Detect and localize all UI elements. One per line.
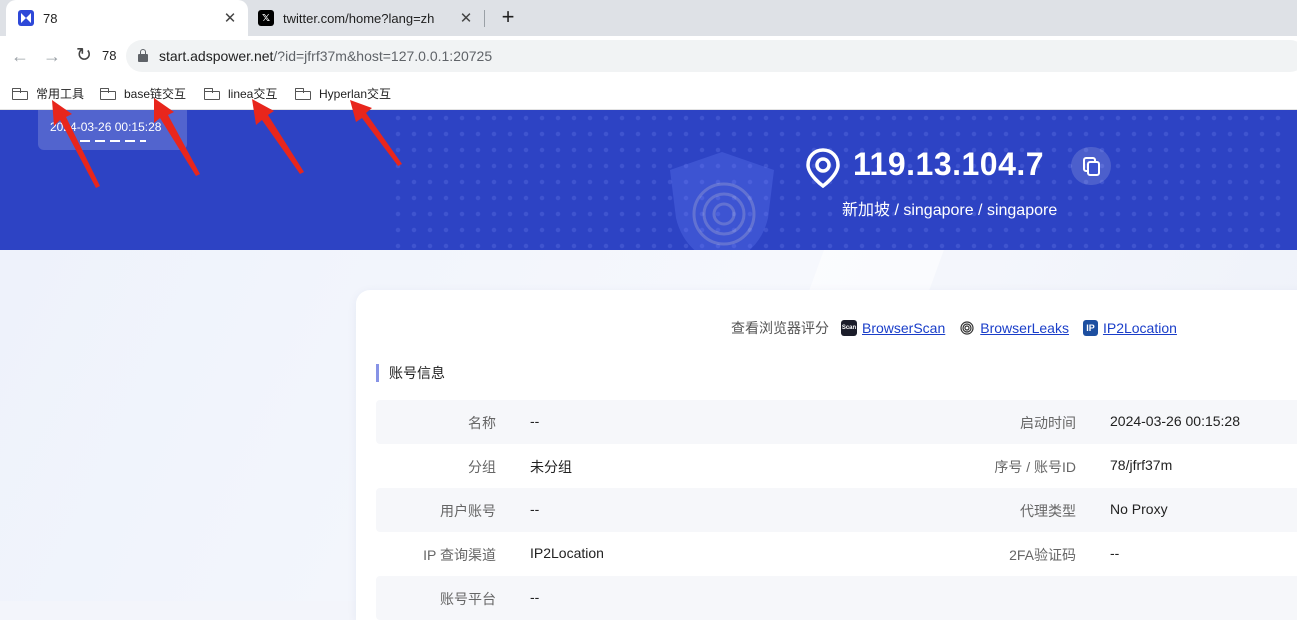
forward-arrow-icon[interactable]: → (40, 44, 64, 68)
link-text[interactable]: BrowserLeaks (980, 320, 1069, 336)
field-value: No Proxy (1110, 501, 1168, 517)
field-value: -- (530, 589, 540, 605)
table-row: 名称 -- 启动时间 2024-03-26 00:15:28 (376, 400, 1297, 444)
field-label: 分组 (468, 459, 496, 475)
field-value: 2024-03-26 00:15:28 (1110, 413, 1240, 429)
table-row: IP 查询渠道 IP2Location 2FA验证码 -- (376, 532, 1297, 576)
link-text[interactable]: BrowserScan (862, 320, 945, 336)
new-tab-button[interactable]: + (496, 6, 520, 30)
field-value: 78/jfrf37m (1110, 457, 1173, 473)
fingerprint-icon (959, 320, 975, 336)
copy-button[interactable] (1071, 147, 1111, 185)
bookmark-folder[interactable]: linea交互 (204, 85, 277, 102)
tab-title: 78 (43, 10, 58, 26)
field-label: 名称 (468, 415, 496, 431)
close-icon[interactable]: ✕ (218, 9, 242, 27)
reload-icon[interactable]: ↻ (72, 44, 96, 68)
url-path: /?id=jfrf37m&host=127.0.0.1:20725 (273, 48, 493, 64)
dot-pattern (390, 110, 1290, 250)
bookmark-label: Hyperlan交互 (319, 87, 392, 101)
browserscan-icon: Scan (841, 320, 857, 336)
browser-toolbar: ← → ↻ 78 start.adspower.net/?id=jfrf37m&… (0, 36, 1297, 76)
url-text[interactable]: start.adspower.net/?id=jfrf37m&host=127.… (159, 48, 492, 64)
field-label: 序号 / 账号ID (994, 459, 1076, 475)
info-card: 查看浏览器评分 Scan BrowserScan BrowserLeaks IP… (356, 290, 1297, 620)
ip2location-link[interactable]: IP IP2Location (1082, 320, 1177, 336)
location-pin-icon (806, 148, 840, 188)
field-label: IP 查询渠道 (423, 547, 496, 563)
tab-separator (484, 10, 485, 27)
bookmark-label: linea交互 (228, 87, 278, 101)
ip-location: 新加坡 / singapore / singapore (842, 202, 1058, 219)
copy-icon (1083, 157, 1100, 176)
link-text[interactable]: IP2Location (1103, 320, 1177, 336)
adspower-icon (18, 10, 34, 26)
start-time-chip: 2024-03-26 00:15:28 (38, 110, 187, 150)
browserscan-link[interactable]: Scan BrowserScan (841, 320, 945, 336)
address-bar[interactable]: start.adspower.net/?id=jfrf37m&host=127.… (126, 40, 1297, 72)
table-row: 用户账号 -- 代理类型 No Proxy (376, 488, 1297, 532)
field-value: -- (530, 501, 540, 517)
ip-banner: 2024-03-26 00:15:28 119.13.104.7 新加坡 / s… (0, 110, 1297, 250)
score-label: 查看浏览器评分 (731, 320, 829, 336)
lock-icon (138, 49, 148, 62)
folder-icon (100, 87, 116, 100)
tab-strip: 78 ✕ 𝕏 twitter.com/home?lang=zh ✕ + (0, 0, 1297, 36)
field-label: 代理类型 (1020, 503, 1076, 519)
tab-adspower[interactable]: 78 ✕ (6, 0, 248, 36)
folder-icon (295, 87, 311, 100)
field-value: -- (1110, 545, 1120, 561)
fingerprint-shield-icon (670, 152, 774, 250)
url-host: start.adspower.net (159, 48, 274, 64)
field-label: 2FA验证码 (1009, 547, 1076, 563)
ip-address: 119.13.104.7 (853, 146, 1045, 182)
x-twitter-icon: 𝕏 (258, 10, 274, 26)
field-value: IP2Location (530, 545, 604, 561)
account-info-table: 名称 -- 启动时间 2024-03-26 00:15:28 分组 未分组 序号… (376, 400, 1297, 620)
tab-title: twitter.com/home?lang=zh (283, 10, 435, 26)
browser-score-links: 查看浏览器评分 Scan BrowserScan BrowserLeaks IP… (731, 318, 1191, 338)
field-label: 用户账号 (440, 503, 496, 519)
table-row: 分组 未分组 序号 / 账号ID 78/jfrf37m (376, 444, 1297, 488)
field-value: 未分组 (530, 459, 572, 475)
section-title: 账号信息 (376, 364, 445, 382)
tab-count: 78 (102, 48, 117, 63)
folder-icon (204, 87, 220, 100)
ip2location-icon: IP (1082, 320, 1098, 336)
bookmarks-bar: 常用工具 base链交互 linea交互 Hyperlan交互 (0, 76, 1297, 110)
back-arrow-icon[interactable]: ← (8, 44, 32, 68)
bookmark-label: 常用工具 (36, 87, 85, 101)
close-icon[interactable]: ✕ (454, 9, 478, 27)
bookmark-label: base链交互 (124, 87, 187, 101)
bookmark-folder[interactable]: 常用工具 (12, 85, 84, 102)
field-label: 账号平台 (440, 591, 496, 607)
folder-icon (12, 87, 28, 100)
table-row: 账号平台 -- (376, 576, 1297, 620)
bookmark-folder[interactable]: Hyperlan交互 (295, 85, 391, 102)
field-label: 启动时间 (1020, 415, 1076, 431)
tab-twitter[interactable]: 𝕏 twitter.com/home?lang=zh ✕ (248, 0, 484, 36)
field-value: -- (530, 413, 540, 429)
browserleaks-link[interactable]: BrowserLeaks (959, 320, 1069, 336)
bookmark-folder[interactable]: base链交互 (100, 85, 186, 102)
start-time: 2024-03-26 00:15:28 (50, 120, 162, 134)
